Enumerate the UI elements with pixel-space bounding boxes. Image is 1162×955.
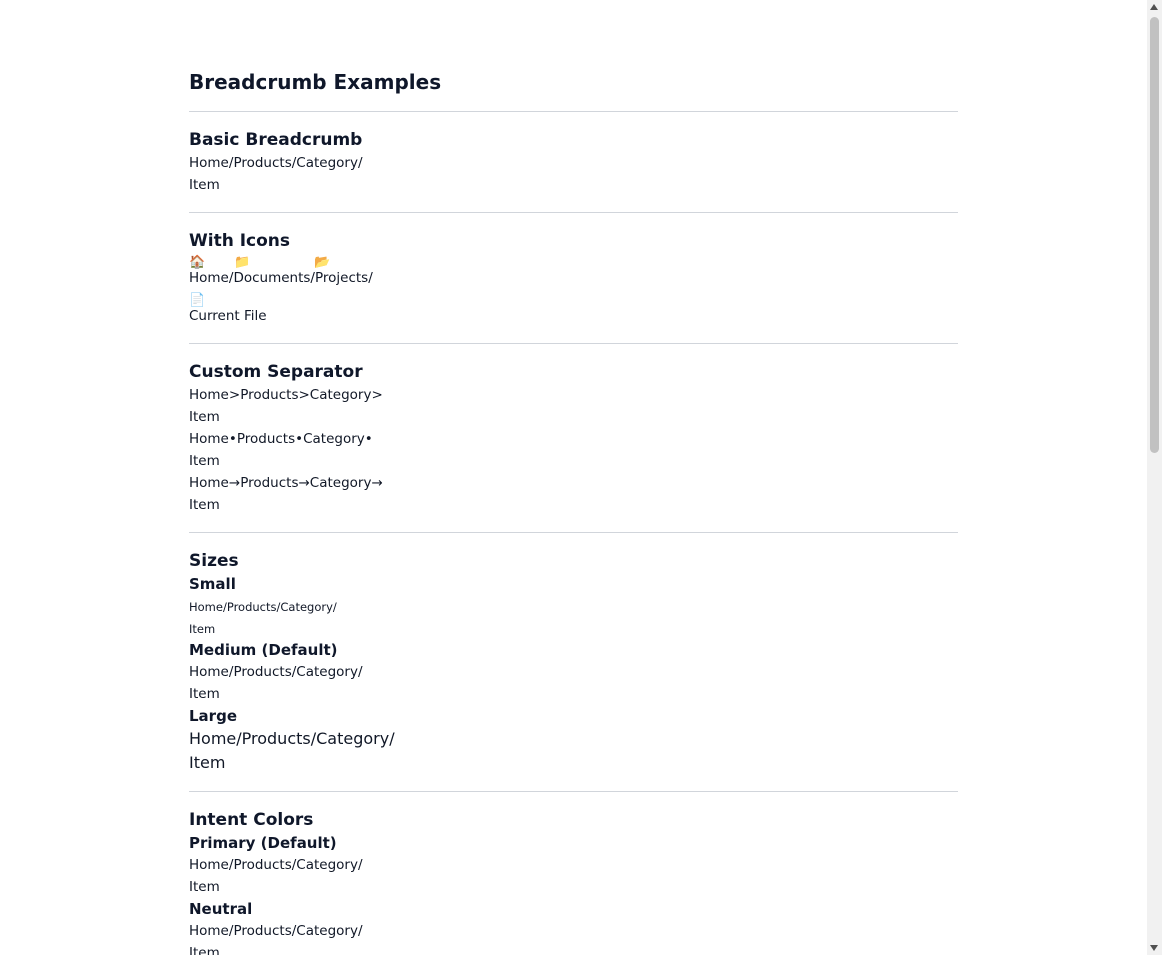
crumb-separator: / [332,600,337,614]
crumb-category[interactable]: Category [310,387,372,403]
crumb-separator: / [368,270,373,286]
breadcrumb-trail: Home/Products/Category/ [189,854,363,876]
crumb-products[interactable]: Products [233,857,291,873]
crumb-separator: / [357,155,363,171]
crumb-home[interactable]: Home [189,857,229,873]
crumb-home[interactable]: Home [189,475,229,491]
section-title-icons: With Icons [189,231,291,251]
crumb-home[interactable]: Home [189,431,229,447]
size-label-small: Small [189,575,236,593]
crumb-products[interactable]: Products [240,387,298,403]
breadcrumb-trail: Home→Products→Category→ [189,472,383,494]
crumb-current: Item [189,453,220,469]
crumb-category[interactable]: Category [316,729,389,748]
scroll-thumb[interactable] [1150,17,1159,453]
crumb-products[interactable]: Products [227,600,277,614]
crumb-separator: / [357,857,363,873]
crumb-home[interactable]: Home [189,270,229,286]
breadcrumb-trail: Home/Products/Category/ [189,920,363,942]
size-label-medium: Medium (Default) [189,641,338,659]
crumb-current: Item [189,409,220,425]
crumb-home[interactable]: Home [189,664,229,680]
intent-label-neutral: Neutral [189,900,253,918]
crumb-products[interactable]: Products [237,431,295,447]
crumb-separator: / [389,729,395,748]
crumb-separator: / [357,664,363,680]
vertical-scrollbar[interactable] [1147,0,1162,955]
divider [189,212,958,213]
divider [189,532,958,533]
crumb-current: Item [189,945,220,955]
crumb-current: Item [189,879,220,895]
crumb-category[interactable]: Category [296,155,358,171]
crumb-separator: → [228,475,241,491]
crumb-products[interactable]: Products [242,729,311,748]
crumb-current: Item [189,753,226,772]
breadcrumb-trail: Home>Products>Category> [189,384,383,406]
crumb-category[interactable]: Category [296,923,358,939]
crumb-products[interactable]: Products [233,155,291,171]
crumb-home[interactable]: Home [189,729,236,748]
section-title-intent: Intent Colors [189,810,314,830]
breadcrumb-trail: Home•Products•Category• [189,428,373,450]
divider [189,791,958,792]
breadcrumb-trail: Home/Products/Category/ [189,596,337,618]
crumb-home[interactable]: Home [189,600,223,614]
section-title-basic: Basic Breadcrumb [189,130,363,150]
page-viewport: Breadcrumb Examples Basic Breadcrumb Hom… [0,0,1162,955]
crumb-current: Current File [189,308,267,324]
crumb-products[interactable]: Products [240,475,298,491]
crumb-products[interactable]: Products [233,923,291,939]
crumb-separator: / [357,923,363,939]
crumb-category[interactable]: Category [310,475,372,491]
divider [189,343,958,344]
crumb-projects[interactable]: Projects [315,270,368,286]
crumb-current: Item [189,686,220,702]
crumb-current: Item [189,497,220,513]
crumb-category[interactable]: Category [296,664,358,680]
scroll-up-arrow-icon[interactable] [1150,4,1158,10]
crumb-separator: > [298,387,310,403]
size-label-large: Large [189,707,237,725]
breadcrumb-trail: Home/Documents/Projects/ [189,267,373,289]
crumb-separator: > [371,387,383,403]
crumb-home[interactable]: Home [189,155,229,171]
crumb-separator: • [228,431,237,447]
crumb-category[interactable]: Category [296,857,358,873]
crumb-separator: • [364,431,373,447]
breadcrumb-trail: Home/Products/Category/ [189,152,363,174]
breadcrumb-trail: Home/Products/Category/ [189,661,363,683]
crumb-products[interactable]: Products [233,664,291,680]
divider [189,111,958,112]
crumb-separator: → [371,475,383,491]
crumb-category[interactable]: Category [303,431,365,447]
crumb-current: Item [189,177,220,193]
crumb-category[interactable]: Category [280,600,333,614]
breadcrumb-trail: Home/Products/Category/ [189,727,395,751]
section-title-sizes: Sizes [189,551,239,571]
crumb-home[interactable]: Home [189,923,229,939]
page-title: Breadcrumb Examples [189,70,442,94]
crumb-separator: > [228,387,241,403]
crumb-documents[interactable]: Documents [233,270,310,286]
intent-label-primary: Primary (Default) [189,834,337,852]
crumb-home[interactable]: Home [189,387,229,403]
section-title-custom-separator: Custom Separator [189,362,363,382]
scroll-down-arrow-icon[interactable] [1150,945,1158,951]
crumb-current: Item [189,622,216,636]
crumb-separator: • [295,431,304,447]
crumb-separator: → [298,475,310,491]
